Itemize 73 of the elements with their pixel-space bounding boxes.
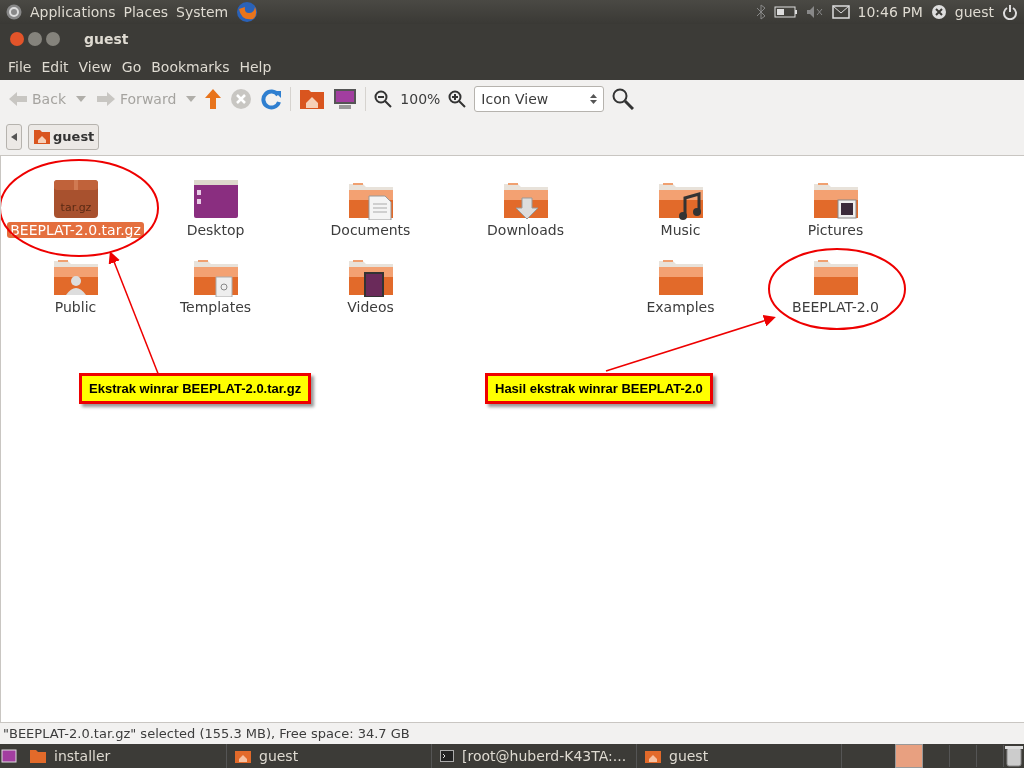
package-icon: tar.gz [51, 178, 100, 220]
path-button[interactable]: guest [28, 123, 100, 150]
home-folder-icon[interactable] [299, 88, 326, 110]
bluetooth-icon[interactable] [755, 4, 766, 20]
firefox-icon[interactable] [236, 1, 259, 23]
file-name[interactable]: Documents [327, 222, 414, 238]
file-name[interactable]: Pictures [804, 222, 867, 238]
home-folder-icon [235, 749, 251, 763]
panel-menu[interactable]: System [176, 4, 229, 20]
file-item[interactable]: BEEPLAT-2.0 [758, 255, 913, 332]
file-item[interactable]: Documents [293, 178, 448, 255]
window-title: guest [84, 30, 129, 47]
menu-item[interactable]: File [3, 55, 37, 78]
file-name[interactable]: BEEPLAT-2.0 [789, 299, 882, 315]
file-name[interactable]: Desktop [183, 222, 248, 238]
panel-menu[interactable]: Applications [30, 4, 116, 20]
file-name[interactable]: Public [51, 299, 100, 315]
left-caret-icon [11, 132, 17, 141]
taskbar-item[interactable]: [root@huberd-K43TA:... [432, 744, 637, 768]
menu-item[interactable]: View [73, 55, 117, 78]
file-item[interactable]: Pictures [758, 178, 913, 255]
user-status-icon[interactable] [930, 4, 947, 20]
taskbar-item[interactable]: guest [637, 744, 842, 768]
terminal-icon [440, 750, 454, 762]
menu-item[interactable]: Bookmarks [146, 55, 235, 78]
clock[interactable]: 10:46 PM [857, 4, 923, 20]
status-bar: "BEEPLAT-2.0.tar.gz" selected (155.3 MB), Free space: 34.7 GB [0, 722, 1024, 744]
file-name[interactable]: Downloads [484, 222, 567, 238]
user-name[interactable]: guest [954, 4, 994, 20]
zoom-in-icon[interactable] [448, 90, 467, 108]
file-item[interactable]: Downloads [448, 178, 603, 255]
folder-icon [30, 749, 46, 763]
home-folder-icon [645, 749, 661, 763]
file-item[interactable]: Videos [293, 255, 448, 332]
file-name[interactable]: Examples [643, 299, 718, 315]
spinner-arrows-icon [590, 93, 598, 105]
minimize-button[interactable] [28, 31, 42, 46]
reload-icon[interactable] [260, 88, 283, 110]
trash-icon[interactable] [1004, 745, 1024, 767]
file-name[interactable]: Templates [176, 299, 255, 315]
battery-icon[interactable] [773, 6, 798, 18]
file-item[interactable]: Public [13, 255, 138, 332]
desktop-folder-icon [191, 178, 240, 220]
annotation-callout: Hasil ekstrak winrar BEEPLAT-2.0 [485, 373, 713, 404]
home-folder-icon [33, 128, 51, 145]
muted-speaker-icon[interactable] [805, 5, 824, 19]
workspace-switcher[interactable] [895, 744, 923, 768]
annotation-callout: Ekstrak winrar BEEPLAT-2.0.tar.gz [79, 373, 312, 404]
file-name[interactable]: Music [657, 222, 704, 238]
close-button[interactable] [10, 31, 24, 46]
maximize-button[interactable] [46, 31, 60, 46]
search-icon[interactable] [612, 88, 635, 110]
panel-menu[interactable]: Places [123, 4, 169, 20]
file-name[interactable]: Videos [344, 299, 397, 315]
zoom-level: 100% [400, 91, 441, 107]
back-arrow-icon [8, 91, 28, 107]
file-item[interactable]: Music [603, 178, 758, 255]
view-mode-dropdown[interactable]: Icon View [474, 86, 605, 112]
file-item[interactable]: Templates [138, 255, 293, 332]
menu-item[interactable]: Help [234, 55, 277, 78]
taskbar-item[interactable]: guest [227, 744, 432, 768]
menu-item[interactable]: Go [116, 55, 147, 78]
path-scroll-left-button[interactable] [6, 123, 22, 150]
file-item[interactable]: Examples [603, 255, 758, 332]
ubuntu-logo-icon [6, 4, 22, 20]
taskbar-item[interactable]: installer [22, 744, 227, 768]
mail-icon[interactable] [831, 5, 850, 19]
forward-arrow-icon [96, 91, 116, 107]
power-icon[interactable] [1002, 4, 1018, 20]
menu-item[interactable]: Edit [36, 55, 74, 78]
computer-icon[interactable] [333, 88, 358, 110]
zoom-out-icon[interactable] [374, 90, 393, 108]
up-arrow-icon[interactable] [204, 88, 223, 110]
